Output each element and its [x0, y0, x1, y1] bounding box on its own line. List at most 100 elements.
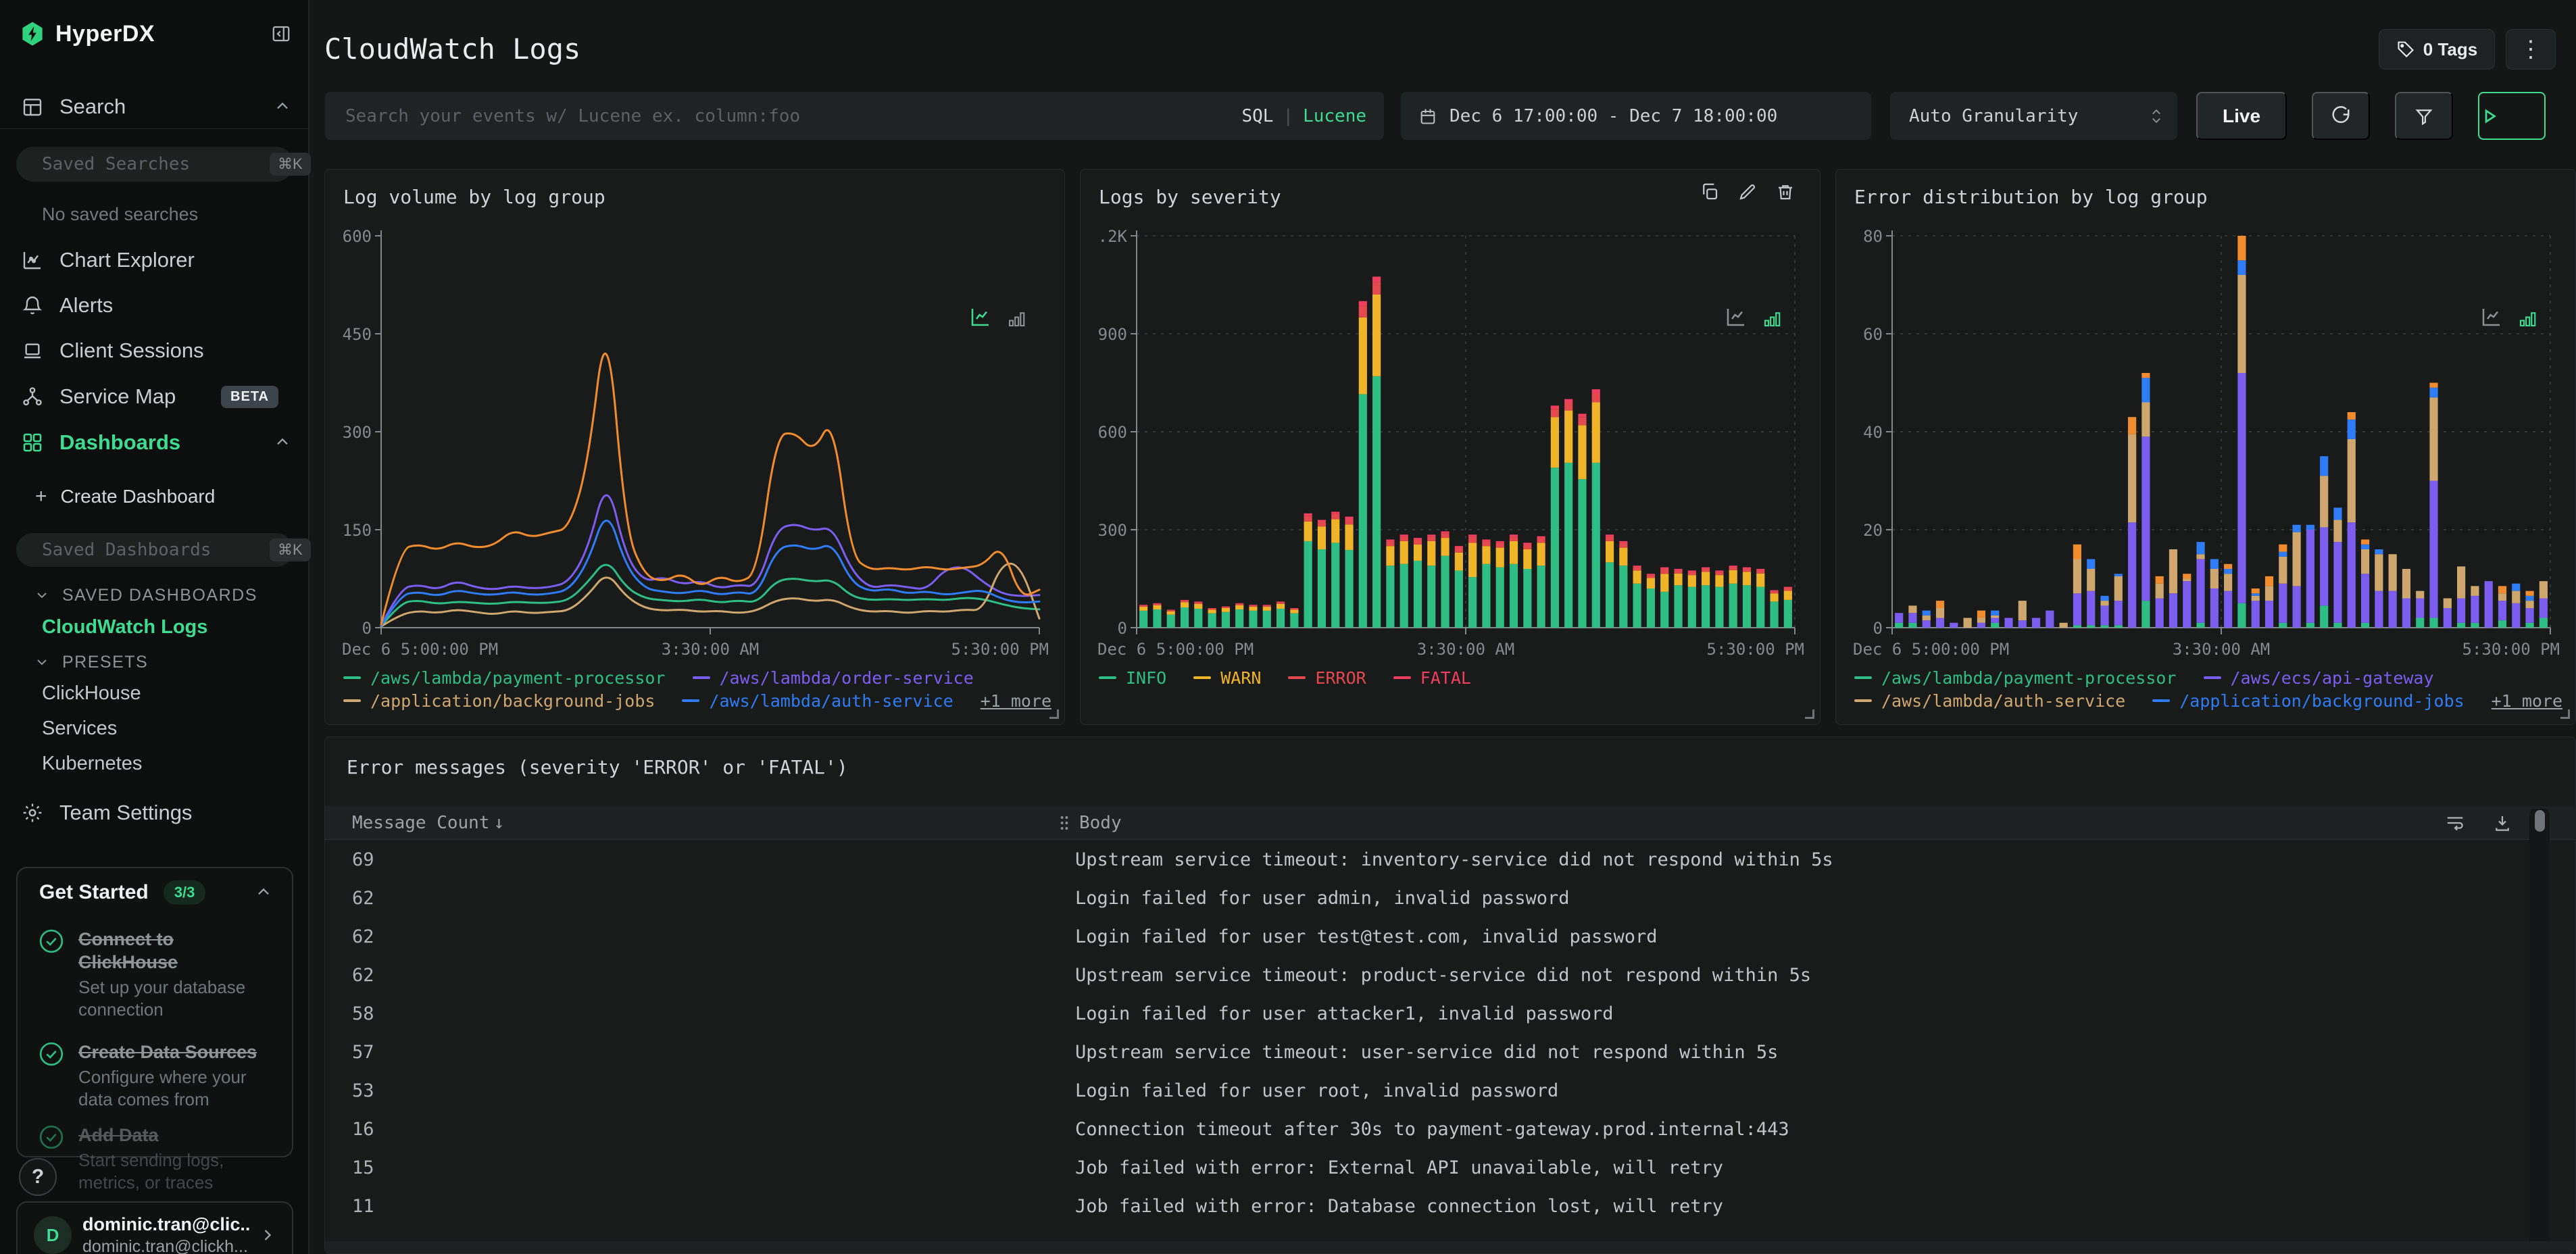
legend-more-link[interactable]: +1 more	[981, 691, 1051, 711]
error-distribution-chart-canvas[interactable]: 0 20 40 60 80 Dec 6 5:00:00 PM 3:30:00 AM 5:30:…	[1853, 222, 2560, 661]
step-title: Add Data	[78, 1125, 159, 1145]
column-header-message-count[interactable]: Message Count ↓	[352, 813, 504, 833]
sidebar-item-alerts[interactable]: Alerts	[0, 286, 309, 324]
sidebar-preset-clickhouse[interactable]: ClickHouse	[42, 682, 142, 705]
svg-text:0: 0	[1873, 619, 1883, 638]
duplicate-panel-icon[interactable]	[1700, 182, 1720, 202]
chevron-up-icon[interactable]	[273, 97, 292, 116]
legend-item-application-background-jobs[interactable]: /application/background-jobs	[343, 691, 655, 711]
legend-item-aws-ecs-api-gateway[interactable]: /aws/ecs/api-gateway	[2203, 668, 2434, 688]
legend-item-aws-lambda-payment-processor[interactable]: /aws/lambda/payment-processor	[1854, 668, 2177, 688]
event-search-bar[interactable]: SQL | Lucene	[325, 92, 1384, 140]
saved-dashboards-input[interactable]	[42, 540, 270, 560]
check-circle-icon	[38, 1124, 65, 1151]
sidebar-item-dashboards[interactable]: Dashboards	[0, 424, 309, 461]
legend-item-fatal[interactable]: FATAL	[1393, 668, 1471, 688]
live-button[interactable]: Live	[2196, 92, 2287, 140]
get-started-step[interactable]: Add Data Start sending logs, metrics, or …	[18, 1124, 295, 1194]
logs-by-severity-panel: Logs by severity 0 300 600 900 1.2K Dec 6 5:0…	[1080, 169, 1820, 725]
user-email: dominic.tran@clickh...	[82, 1236, 248, 1254]
legend-item-aws-lambda-auth-service[interactable]: /aws/lambda/auth-service	[1854, 691, 2125, 711]
table-hscrollbar[interactable]	[325, 1241, 2576, 1253]
get-started-step[interactable]: Create Data Sources Configure where your …	[18, 1040, 295, 1111]
error-message-row[interactable]: 62 Login failed for user test@test.com, i…	[325, 918, 2542, 956]
lucene-toggle[interactable]: Lucene	[1303, 106, 1366, 126]
error-message-row[interactable]: 16 Connection timeout after 30s to paymen…	[325, 1110, 2542, 1149]
sidebar-preset-kubernetes[interactable]: Kubernetes	[42, 753, 142, 775]
chevron-right-icon	[258, 1226, 277, 1245]
kebab-menu-button[interactable]: ⋮	[2506, 29, 2556, 70]
filter-button[interactable]	[2395, 92, 2453, 140]
legend-item-aws-lambda-auth-service[interactable]: /aws/lambda/auth-service	[682, 691, 953, 711]
wrap-text-icon[interactable]	[2445, 813, 2465, 833]
date-range-picker[interactable]: Dec 6 17:00:00 - Dec 7 18:00:00	[1401, 92, 1871, 140]
legend-item-info[interactable]: INFO	[1099, 668, 1166, 688]
get-started-step[interactable]: Connect to ClickHouse Set up your databas…	[18, 928, 295, 1021]
sidebar-item-team-settings[interactable]: Team Settings	[0, 794, 309, 832]
error-message-row[interactable]: 62 Upstream service timeout: product-serv…	[325, 956, 2542, 995]
no-saved-searches-text: No saved searches	[42, 204, 199, 224]
message-count: 58	[352, 1003, 374, 1024]
sidebar-item-label: Team Settings	[59, 801, 193, 824]
drag-handle-icon[interactable]	[1059, 813, 1070, 832]
run-query-button[interactable]	[2478, 92, 2546, 140]
panel-resize-handle[interactable]	[2560, 709, 2570, 719]
table-scrollbar-thumb[interactable]	[2535, 810, 2545, 832]
sidebar-item-service-map[interactable]: Service Map BETA	[0, 378, 309, 416]
panel-title: Log volume by log group	[343, 186, 605, 208]
edit-panel-icon[interactable]	[1737, 182, 1758, 202]
error-message-row[interactable]: 57 Upstream service timeout: user-service…	[325, 1033, 2542, 1072]
error-message-row[interactable]: 69 Upstream service timeout: inventory-se…	[325, 841, 2542, 879]
get-started-progress-badge: 3/3	[163, 880, 206, 905]
sidebar-item-client-sessions[interactable]: Client Sessions	[0, 332, 309, 370]
legend-more-link[interactable]: +1 more	[2492, 691, 2562, 711]
legend-item-warn[interactable]: WARN	[1193, 668, 1261, 688]
sidebar-item-chart-explorer[interactable]: Chart Explorer	[0, 241, 309, 279]
chart-legend: /aws/lambda/payment-processor/aws/lambda…	[343, 666, 1051, 712]
sidebar-item-search[interactable]: Search	[0, 88, 309, 126]
delete-panel-icon[interactable]	[1775, 182, 1795, 202]
legend-item-application-background-jobs[interactable]: /application/background-jobs	[2152, 691, 2464, 711]
collapse-sidebar-icon[interactable]	[268, 20, 295, 47]
saved-searches-input[interactable]	[42, 154, 270, 174]
svg-text:5:30:00 PM: 5:30:00 PM	[1707, 640, 1805, 659]
tags-button[interactable]: 0 Tags	[2379, 29, 2495, 70]
logs-by-severity-chart-canvas[interactable]: 0 300 600 900 1.2K Dec 6 5:00:00 PM 3:30:00 AM…	[1097, 222, 1804, 661]
table-scrollbar-track[interactable]	[2529, 809, 2550, 1248]
sql-toggle[interactable]: SQL	[1241, 106, 1273, 126]
sidebar-dashboard-cloudwatch-logs[interactable]: CloudWatch Logs	[42, 616, 207, 638]
download-icon[interactable]	[2492, 813, 2512, 833]
section-saved-dashboards[interactable]: SAVED DASHBOARDS	[0, 582, 309, 609]
error-message-row[interactable]: 15 Job failed with error: External API un…	[325, 1149, 2542, 1187]
error-message-row[interactable]: 58 Login failed for user attacker1, inval…	[325, 995, 2542, 1033]
panel-actions	[1700, 182, 1795, 202]
sidebar-preset-services[interactable]: Services	[42, 718, 142, 740]
granularity-select[interactable]: Auto Granularity	[1890, 92, 2177, 140]
panel-resize-handle[interactable]	[1049, 709, 1059, 719]
chart-explorer-icon	[22, 249, 43, 271]
help-button[interactable]: ?	[19, 1158, 57, 1196]
error-message-row[interactable]: 62 Login failed for user admin, invalid p…	[325, 879, 2542, 918]
legend-item-aws-lambda-order-service[interactable]: /aws/lambda/order-service	[692, 668, 974, 688]
svg-text:5:30:00 PM: 5:30:00 PM	[2462, 640, 2560, 659]
page-title: CloudWatch Logs	[324, 32, 581, 66]
panel-resize-handle[interactable]	[1805, 709, 1814, 719]
log-volume-chart-canvas[interactable]: 0 150 300 450 600 Dec 6 5:00:00 PM 3:30:00 AM 5…	[342, 222, 1049, 661]
svg-text:60: 60	[1863, 325, 1883, 344]
legend-item-error[interactable]: ERROR	[1288, 668, 1366, 688]
section-presets[interactable]: PRESETS	[0, 649, 309, 676]
create-dashboard-button[interactable]: + Create Dashboard	[0, 481, 309, 512]
error-message-row[interactable]: 53 Login failed for user root, invalid pa…	[325, 1072, 2542, 1110]
user-card[interactable]: D dominic.tran@clic... dominic.tran@clic…	[16, 1201, 293, 1254]
query-language-toggle[interactable]: SQL | Lucene	[1241, 106, 1366, 126]
column-header-body[interactable]: Body	[1059, 813, 1122, 833]
refresh-button[interactable]	[2312, 92, 2370, 140]
chevron-up-icon[interactable]	[273, 433, 292, 452]
error-message-row[interactable]: 11 Job failed with error: Database connec…	[325, 1187, 2542, 1226]
saved-dashboards-search[interactable]: ⌘K	[16, 533, 311, 567]
panel-title: Error distribution by log group	[1854, 186, 2208, 208]
event-search-input[interactable]	[345, 105, 1242, 126]
legend-item-aws-lambda-payment-processor[interactable]: /aws/lambda/payment-processor	[343, 668, 666, 688]
saved-searches-search[interactable]: ⌘K	[16, 147, 311, 182]
chevron-up-icon[interactable]	[254, 883, 273, 902]
